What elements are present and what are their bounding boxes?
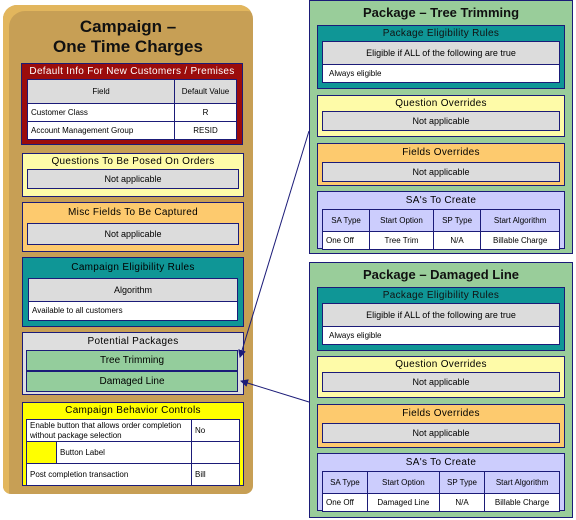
- arrow-damaged-line: [240, 379, 310, 403]
- arrow-tree-trimming: [238, 130, 310, 358]
- connector-arrows: [238, 130, 310, 403]
